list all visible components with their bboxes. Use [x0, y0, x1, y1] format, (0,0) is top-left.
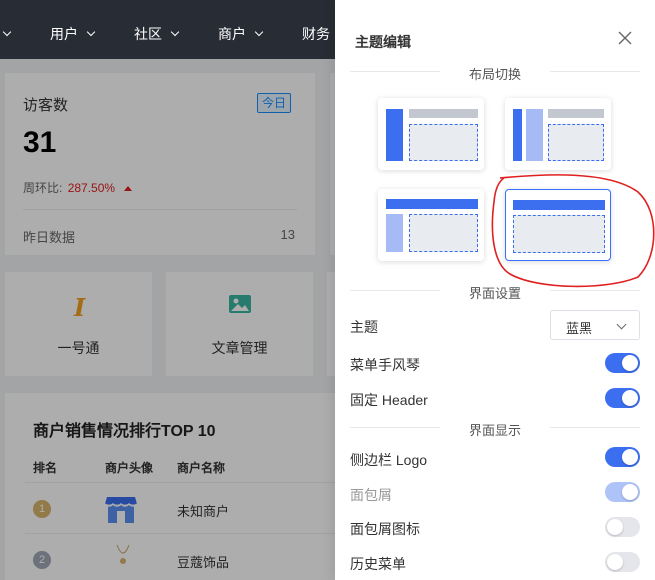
- shortcut-card[interactable]: 文章管理: [166, 272, 313, 376]
- breadcrumb-toggle[interactable]: [605, 482, 640, 502]
- nav-item-hidden[interactable]: [0, 0, 12, 59]
- fixed-header-label: 固定 Header: [350, 392, 428, 408]
- close-icon[interactable]: [617, 30, 633, 46]
- ratio-label: 周环比:: [23, 181, 63, 195]
- rank-badge: 2: [33, 551, 51, 569]
- chevron-down-icon: [254, 27, 264, 37]
- preview-header: [409, 109, 478, 118]
- layout-option-sidebar-classic[interactable]: [378, 98, 484, 170]
- layout-option-top-side[interactable]: [378, 189, 484, 261]
- toggle-knob: [607, 519, 623, 535]
- chevron-down-icon: [86, 27, 96, 37]
- accordion-label: 菜单手风琴: [350, 357, 420, 373]
- preview-header: [386, 199, 478, 209]
- section-divider-layout: 布局切换: [350, 62, 640, 82]
- preview-sidebar: [386, 214, 403, 252]
- svg-text:I: I: [73, 294, 86, 320]
- trend-up-icon: [124, 186, 133, 191]
- sidebar-logo-toggle[interactable]: [605, 447, 640, 467]
- theme-select-value: 蓝黑: [566, 321, 593, 336]
- divider-line: [550, 71, 640, 72]
- chevron-down-icon: [616, 319, 627, 330]
- image-icon: [228, 294, 252, 321]
- nav-item-merchant[interactable]: 商户: [218, 0, 264, 59]
- top-navigation: 用户 社区 商户 财务: [0, 0, 340, 59]
- column-header: 排名: [33, 461, 58, 475]
- yesterday-label: 昨日数据: [23, 230, 76, 245]
- toggle-knob: [607, 554, 623, 570]
- section-divider-interface: 界面设置: [350, 281, 640, 301]
- visitor-stat-card: 访客数 今日 31 周环比: 287.50% 昨日数据 13: [5, 73, 315, 255]
- preview-content: [409, 124, 478, 161]
- chevron-down-icon: [2, 27, 12, 37]
- divider-line: [550, 427, 640, 428]
- merchant-ranking-card: 商户销售情况排行TOP 10 排名 商户头像 商户名称 1 未知商户 2 豆蔻饰…: [5, 393, 350, 580]
- stat-value: 31: [23, 126, 57, 159]
- today-badge: 今日: [257, 93, 291, 113]
- divider: [23, 209, 297, 210]
- nav-item-users[interactable]: 用户: [50, 0, 96, 59]
- breadcrumb-label: 面包屑: [350, 487, 392, 503]
- nav-item-label: 商户: [218, 26, 246, 42]
- fixed-header-toggle[interactable]: [605, 388, 640, 408]
- ratio-value: 287.50%: [67, 181, 116, 195]
- week-ratio: 周环比: 287.50%: [23, 179, 133, 196]
- toggle-knob: [622, 390, 638, 406]
- shortcut-card[interactable]: I 一号通: [5, 272, 152, 376]
- row-divider: [25, 482, 350, 483]
- necklace-avatar-icon: [109, 543, 137, 576]
- accordion-toggle[interactable]: [605, 353, 640, 373]
- breadcrumb-icon-toggle[interactable]: [605, 517, 640, 537]
- nav-item-label: 财务: [302, 26, 330, 42]
- preview-sidebar: [513, 109, 522, 161]
- toggle-knob: [622, 484, 638, 500]
- preview-content: [409, 214, 478, 252]
- shortcut-label: 文章管理: [211, 340, 268, 356]
- store-avatar-icon: [104, 493, 138, 530]
- preview-header: [548, 109, 604, 118]
- ranking-title: 商户销售情况排行TOP 10: [33, 423, 216, 440]
- section-title: 布局切换: [468, 67, 521, 82]
- preview-sidebar: [386, 109, 403, 161]
- nav-item-community[interactable]: 社区: [134, 0, 180, 59]
- cursor-i-icon: I: [69, 293, 89, 325]
- merchant-name: 豆蔻饰品: [177, 555, 230, 570]
- layout-option-top-only[interactable]: [505, 189, 611, 261]
- theme-select[interactable]: 蓝黑: [550, 310, 640, 340]
- section-divider-display: 界面显示: [350, 418, 640, 438]
- theme-label: 主题: [350, 319, 378, 335]
- merchant-name: 未知商户: [177, 504, 230, 519]
- divider-line: [550, 290, 640, 291]
- history-menu-toggle[interactable]: [605, 552, 640, 572]
- preview-content: [548, 124, 604, 161]
- chevron-down-icon: [170, 27, 180, 37]
- section-title: 界面设置: [468, 286, 521, 301]
- layout-option-sidebar-double[interactable]: [505, 98, 611, 170]
- history-menu-label: 历史菜单: [350, 556, 406, 572]
- sidebar-logo-label: 侧边栏 Logo: [350, 452, 428, 468]
- section-title: 界面显示: [468, 423, 521, 438]
- nav-item-finance[interactable]: 财务: [302, 0, 330, 59]
- nav-item-label: 用户: [50, 26, 78, 42]
- rank-badge: 1: [33, 500, 51, 518]
- toggle-knob: [622, 449, 638, 465]
- yesterday-value: 13: [280, 227, 295, 242]
- breadcrumb-icon-label: 面包屑图标: [350, 521, 420, 537]
- nav-item-label: 社区: [134, 26, 162, 42]
- preview-content: [513, 215, 605, 253]
- drawer-title: 主题编辑: [355, 34, 411, 50]
- toggle-knob: [622, 355, 638, 371]
- stat-title: 访客数: [23, 97, 69, 114]
- shortcut-label: 一号通: [57, 340, 100, 356]
- preview-subsidebar: [526, 109, 543, 161]
- column-header: 商户名称: [177, 461, 226, 475]
- column-header: 商户头像: [105, 461, 154, 475]
- preview-header: [513, 200, 605, 210]
- row-divider: [25, 533, 350, 534]
